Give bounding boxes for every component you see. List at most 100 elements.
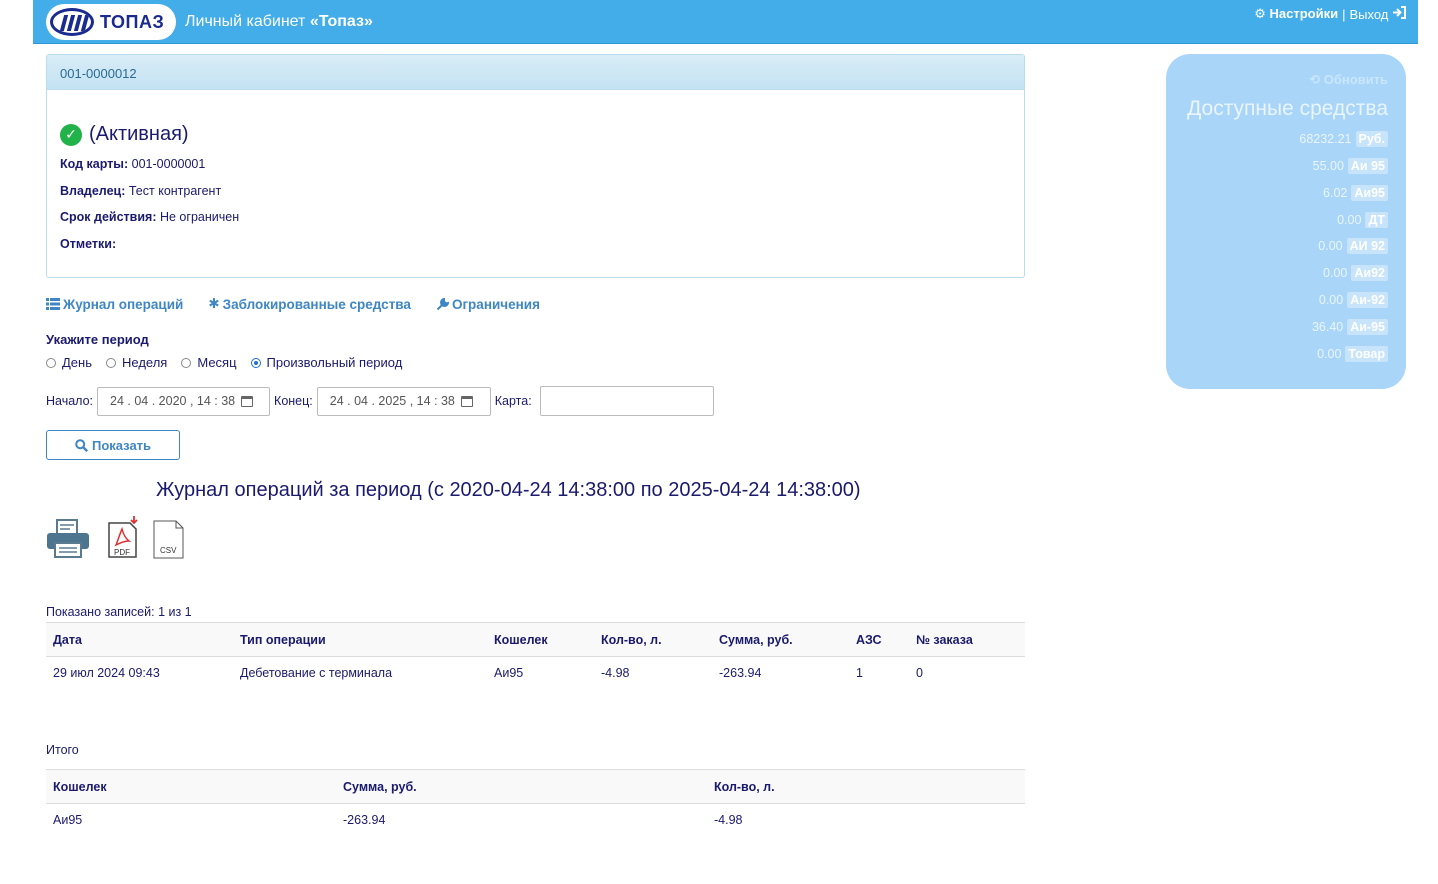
pdf-file-icon: PDF bbox=[108, 516, 138, 558]
records-count: Показано записей: 1 из 1 bbox=[46, 605, 192, 619]
svg-text:PDF: PDF bbox=[114, 548, 130, 557]
cell-operation-type: Дебетование с терминала bbox=[240, 665, 393, 680]
check-circle-icon: ✓ bbox=[60, 123, 82, 146]
fund-unit-badge: Аи95 bbox=[1351, 185, 1388, 201]
table-header-row: Кошелек Сумма, руб. Кол-во, л. bbox=[46, 769, 1025, 804]
totals-label: Итого bbox=[46, 743, 79, 757]
fund-unit-badge: Руб. bbox=[1355, 131, 1388, 147]
period-radio-group: День Неделя Месяц Произвольный период bbox=[46, 355, 402, 370]
topaz-logo[interactable]: ТОПАЗ bbox=[46, 4, 176, 40]
col-order[interactable]: № заказа bbox=[909, 622, 1025, 657]
card-validity: Срок действия: Не ограничен bbox=[60, 210, 240, 224]
show-button[interactable]: Показать bbox=[46, 430, 180, 460]
radio-day[interactable]: День bbox=[46, 355, 92, 370]
gear-icon: ⚙ bbox=[1254, 6, 1266, 21]
settings-link[interactable]: ⚙ Настройки bbox=[1254, 6, 1338, 22]
fund-unit-badge: Аи-95 bbox=[1347, 319, 1388, 335]
fund-unit-badge: Товар bbox=[1345, 346, 1388, 362]
search-icon bbox=[75, 438, 88, 452]
refresh-icon: ⟲ bbox=[1309, 72, 1321, 87]
cell-quantity: -4.98 bbox=[601, 665, 630, 680]
refresh-button[interactable]: ⟲ Обновить bbox=[1309, 72, 1388, 88]
fund-row: 6.02 Аи95 bbox=[1323, 185, 1388, 201]
card-owner: Владелец: Тест контрагент bbox=[60, 184, 222, 198]
fund-row: 36.40 Аи-95 bbox=[1312, 319, 1388, 335]
col-sum[interactable]: Сумма, руб. bbox=[712, 622, 849, 657]
print-icon[interactable] bbox=[46, 515, 90, 559]
fund-row: 0.00 Аи-92 bbox=[1319, 292, 1388, 308]
cell-wallet: Аи95 bbox=[53, 812, 83, 827]
table-row: Аи95 -263.94 -4.98 bbox=[46, 804, 1025, 836]
fund-row: 68232.21 Руб. bbox=[1299, 131, 1388, 147]
logo-mark-icon bbox=[50, 8, 94, 36]
app-title: Личный кабинет «Топаз» bbox=[185, 13, 373, 30]
radio-week[interactable]: Неделя bbox=[106, 355, 167, 370]
filter-row: Начало: 24 . 04 . 2020 , 14 : 38 Конец: … bbox=[46, 386, 714, 416]
cell-wallet: Аи95 bbox=[494, 665, 524, 680]
fund-unit-badge: Аи-92 bbox=[1347, 292, 1388, 308]
calendar-icon[interactable] bbox=[241, 395, 254, 407]
cell-date: 29 июл 2024 09:43 bbox=[53, 665, 160, 680]
card-status: ✓ (Активная) bbox=[60, 123, 189, 146]
funds-title: Доступные средства bbox=[1187, 97, 1388, 120]
card-code: Код карты: 001-0000001 bbox=[60, 157, 206, 171]
top-navbar: ТОПАЗ Личный кабинет «Топаз» ⚙ Настройки… bbox=[33, 0, 1418, 44]
fund-row: 0.00 АИ 92 bbox=[1318, 238, 1388, 254]
logout-link[interactable]: Выход bbox=[1349, 6, 1406, 22]
operations-table: Дата Тип операции Кошелек Кол-во, л. Сум… bbox=[46, 622, 1025, 689]
col-quantity[interactable]: Кол-во, л. bbox=[594, 622, 712, 657]
fund-row: 0.00 ДТ bbox=[1337, 212, 1388, 228]
radio-month[interactable]: Месяц bbox=[181, 355, 237, 370]
fund-unit-badge: АИ 92 bbox=[1346, 238, 1388, 254]
csv-export-icon[interactable]: CSV bbox=[153, 515, 185, 559]
totals-table: Кошелек Сумма, руб. Кол-во, л. Аи95 -263… bbox=[46, 769, 1025, 836]
pdf-export-icon[interactable]: PDF bbox=[107, 515, 139, 559]
wrench-icon bbox=[436, 297, 449, 310]
col-station[interactable]: АЗС bbox=[849, 622, 909, 657]
table-header-row: Дата Тип операции Кошелек Кол-во, л. Сум… bbox=[46, 622, 1025, 657]
card-label: Карта: bbox=[494, 394, 532, 408]
sign-out-icon bbox=[1393, 6, 1406, 19]
tab-restrictions[interactable]: Ограничения bbox=[436, 296, 540, 312]
card-input[interactable] bbox=[539, 386, 714, 416]
start-datetime-input[interactable]: 24 . 04 . 2020 , 14 : 38 bbox=[97, 386, 271, 416]
col-date[interactable]: Дата bbox=[46, 622, 233, 657]
card-number: 001-0000012 bbox=[47, 55, 1024, 90]
col-operation-type[interactable]: Тип операции bbox=[233, 622, 487, 657]
cell-quantity: -4.98 bbox=[714, 812, 743, 827]
card-marks: Отметки: bbox=[60, 237, 117, 251]
fund-unit-badge: Аи 95 bbox=[1347, 158, 1388, 174]
period-label: Укажите период bbox=[46, 332, 149, 347]
cell-station: 1 bbox=[856, 665, 863, 680]
list-icon bbox=[46, 298, 60, 310]
card-info-panel: 001-0000012 ✓ (Активная) Код карты: 001-… bbox=[46, 54, 1025, 278]
fund-row: 0.00 Аи92 bbox=[1323, 265, 1388, 281]
status-text: (Активная) bbox=[89, 123, 189, 145]
col-wallet[interactable]: Кошелек bbox=[487, 622, 594, 657]
cell-sum: -263.94 bbox=[343, 812, 386, 827]
logo-text: ТОПАЗ bbox=[100, 11, 165, 32]
section-tabs: Журнал операций ✱ Заблокированные средст… bbox=[46, 296, 540, 312]
start-label: Начало: bbox=[46, 394, 94, 408]
asterisk-icon: ✱ bbox=[208, 296, 220, 311]
journal-title: Журнал операций за период (с 2020-04-24 … bbox=[156, 479, 861, 501]
tab-journal[interactable]: Журнал операций bbox=[46, 296, 183, 312]
radio-custom-period[interactable]: Произвольный период bbox=[250, 355, 402, 370]
table-row: 29 июл 2024 09:43 Дебетование с терминал… bbox=[46, 657, 1025, 689]
col-wallet: Кошелек bbox=[46, 769, 336, 804]
top-links: ⚙ Настройки | Выход bbox=[1254, 6, 1406, 22]
svg-text:CSV: CSV bbox=[160, 546, 177, 555]
fund-unit-badge: Аи92 bbox=[1351, 265, 1388, 281]
csv-file-icon: CSV bbox=[153, 520, 184, 559]
cell-sum: -263.94 bbox=[719, 665, 762, 680]
tab-blocked-funds[interactable]: ✱ Заблокированные средства bbox=[208, 296, 411, 312]
separator: | bbox=[1342, 6, 1346, 22]
end-datetime-input[interactable]: 24 . 04 . 2025 , 14 : 38 bbox=[316, 386, 491, 416]
end-label: Конец: bbox=[274, 394, 313, 408]
fund-unit-badge: ДТ bbox=[1365, 212, 1388, 228]
col-quantity: Кол-во, л. bbox=[707, 769, 1025, 804]
calendar-icon[interactable] bbox=[460, 395, 473, 407]
fund-row: 55.00 Аи 95 bbox=[1313, 158, 1388, 174]
available-funds-panel: ⟲ Обновить Доступные средства 68232.21 Ру… bbox=[1166, 54, 1406, 389]
cell-order: 0 bbox=[916, 665, 923, 680]
